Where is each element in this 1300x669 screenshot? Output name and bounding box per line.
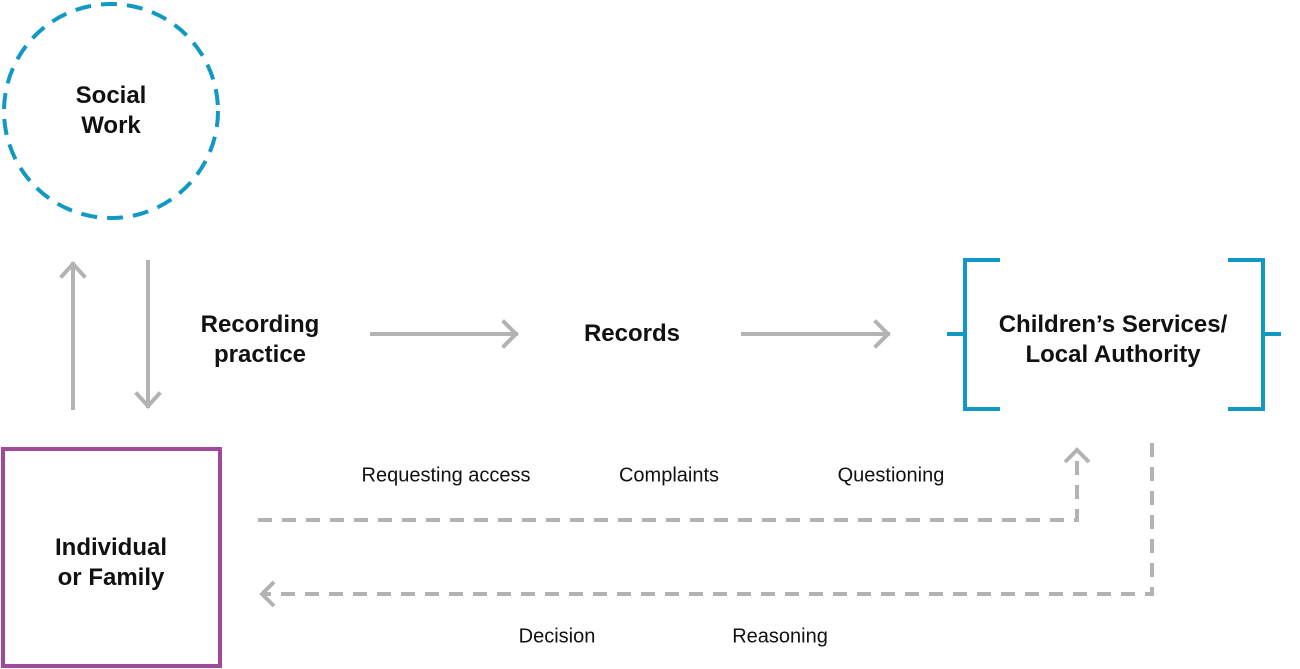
recording-practice-label: Recording practice <box>200 311 320 368</box>
arrow-records-to-authority <box>741 319 891 349</box>
authority-label: Children’s Services/Local Authority <box>998 311 1228 368</box>
requesting-access-label: Requesting access <box>361 464 531 487</box>
records-label: Records <box>583 320 681 347</box>
arrow-recording-to-records <box>370 319 519 349</box>
complaints-label: Complaints <box>618 464 720 487</box>
questioning-label: Questioning <box>837 464 945 487</box>
decision-label: Decision <box>518 625 596 648</box>
arrowhead-up-icon <box>1063 447 1091 464</box>
reasoning-label: Reasoning <box>732 625 828 648</box>
down-arrow <box>134 260 162 409</box>
social-work-label: Social Work <box>75 82 147 139</box>
up-arrow <box>59 261 87 410</box>
individual-label: Individual or Family <box>54 534 168 591</box>
